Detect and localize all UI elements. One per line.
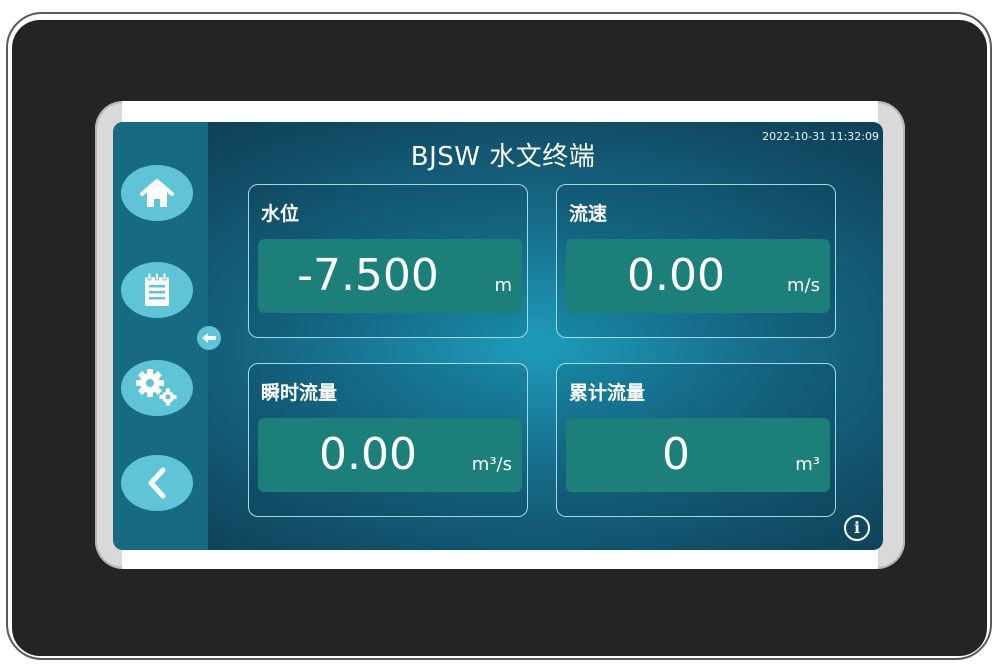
datetime-display: 2022-10-31 11:32:09 [762, 130, 879, 143]
cumulative-flow-value: 0 [662, 429, 690, 480]
card-label: 水位 [261, 203, 300, 225]
sidebar-collapse-button[interactable] [197, 326, 221, 350]
arrow-left-icon [202, 333, 216, 343]
nav-settings-button[interactable] [121, 360, 193, 416]
value-box: 0 m³ [566, 418, 830, 492]
card-cumulative-flow: 累计流量 0 m³ [556, 363, 836, 517]
info-icon[interactable]: i [844, 515, 870, 541]
unit-label: m³ [795, 454, 820, 475]
card-instant-flow: 瞬时流量 0.00 m³/s [248, 363, 528, 517]
gears-icon [136, 369, 177, 406]
home-icon [140, 179, 174, 207]
unit-label: m/s [787, 275, 820, 296]
value-box: 0.00 m³/s [258, 418, 522, 492]
water-level-value: -7.500 [297, 250, 439, 301]
nav-records-button[interactable] [121, 262, 193, 318]
sidebar [113, 122, 208, 550]
instant-flow-value: 0.00 [319, 429, 417, 480]
card-label: 瞬时流量 [261, 382, 338, 404]
nav-home-button[interactable] [121, 165, 207, 221]
touch-screen: BJSW 水文终端 2022-10-31 11:32:09 水位 -7.500 … [113, 122, 883, 550]
back-icon [148, 467, 166, 499]
unit-label: m [494, 275, 512, 296]
nav-back-button[interactable] [121, 455, 193, 511]
page-title: BJSW 水文终端 [410, 142, 596, 172]
unit-label: m³/s [471, 454, 512, 475]
card-flow-velocity: 流速 0.00 m/s [556, 184, 836, 338]
card-water-level: 水位 -7.500 m [248, 184, 528, 338]
value-box: 0.00 m/s [566, 239, 830, 313]
card-label: 流速 [569, 203, 608, 225]
card-label: 累计流量 [569, 382, 646, 404]
flow-velocity-value: 0.00 [627, 250, 725, 301]
notepad-icon [145, 272, 169, 306]
value-box: -7.500 m [258, 239, 522, 313]
